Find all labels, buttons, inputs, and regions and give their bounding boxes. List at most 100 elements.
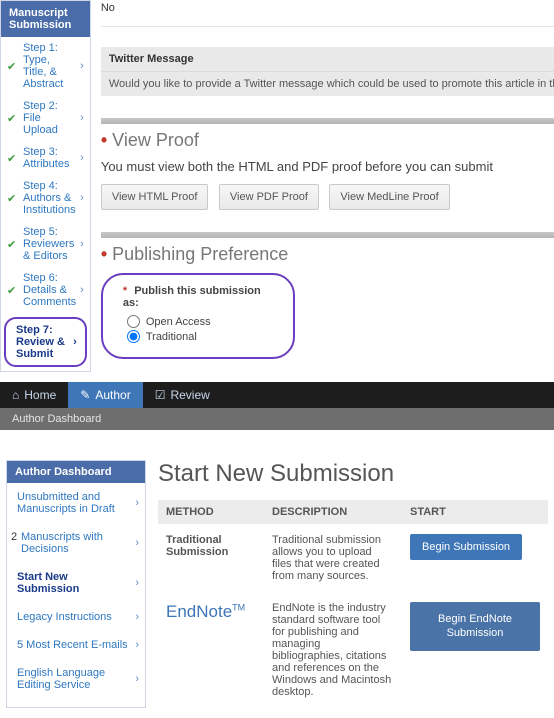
chevron-right-icon: › [80, 238, 84, 250]
option-open-access[interactable]: Open Access [127, 315, 273, 328]
sidebar-item-editing-service[interactable]: English Language Editing Service › [7, 659, 145, 699]
check-icon: ✔ [7, 152, 16, 165]
chevron-right-icon: › [135, 639, 139, 651]
endnote-label: EndNote [166, 602, 232, 621]
prior-field-row: No [101, 2, 554, 27]
step-7-current[interactable]: Step 7: Review & Submit › [4, 317, 87, 367]
pencil-icon: ✎ [80, 388, 90, 402]
table-row: Traditional Submission Traditional submi… [158, 524, 548, 592]
main-content: Start New Submission METHOD DESCRIPTION … [158, 460, 548, 708]
section-divider [101, 232, 554, 238]
publishing-preference-box: * Publish this submission as: Open Acces… [101, 273, 295, 359]
nav-home[interactable]: ⌂ Home [0, 382, 68, 408]
sidebar-item-start-new[interactable]: Start New Submission › [7, 563, 145, 603]
section-label: Publishing Preference [112, 244, 288, 264]
option-label: Traditional [146, 331, 197, 343]
chevron-right-icon: › [80, 60, 84, 72]
chevron-right-icon: › [80, 112, 84, 124]
check-icon: ✔ [7, 112, 16, 125]
page-title: Start New Submission [158, 460, 548, 488]
nav-review[interactable]: ☑ Review [143, 382, 222, 408]
method-traditional: Traditional Submission [158, 524, 264, 592]
sidebar-item-label: Manuscripts with Decisions [21, 531, 135, 555]
section-label: View Proof [112, 130, 199, 150]
chevron-right-icon: › [80, 152, 84, 164]
view-pdf-proof-button[interactable]: View PDF Proof [219, 184, 319, 210]
step-label: Step 5: Reviewers & Editors [23, 226, 76, 262]
view-proof-heading: View Proof [101, 130, 554, 151]
chevron-right-icon: › [135, 673, 139, 685]
twitter-message-block: Twitter Message Would you like to provid… [101, 47, 554, 96]
step-1[interactable]: ✔ Step 1: Type, Title, & Abstract › [1, 37, 90, 95]
main-navbar: ⌂ Home ✎ Author ☑ Review [0, 382, 554, 408]
chevron-right-icon: › [135, 497, 139, 509]
check-icon: ✔ [7, 60, 16, 73]
twitter-title: Twitter Message [101, 47, 554, 72]
publishing-preference-heading: Publishing Preference [101, 244, 554, 265]
sidebar-title: Manuscript Submission [1, 1, 90, 37]
sidebar-item-label: Start New Submission [17, 571, 135, 595]
sidebar-item-legacy[interactable]: Legacy Instructions › [7, 603, 145, 631]
breadcrumb: Author Dashboard [0, 408, 554, 430]
required-icon: * [123, 285, 127, 297]
section-divider [101, 118, 554, 124]
trademark-icon: TM [232, 602, 245, 612]
check-icon: ✔ [7, 284, 16, 297]
open-access-radio[interactable] [127, 315, 140, 328]
option-label: Open Access [146, 316, 211, 328]
chevron-right-icon: › [135, 611, 139, 623]
view-medline-proof-button[interactable]: View MedLine Proof [329, 184, 449, 210]
chevron-right-icon: › [135, 577, 139, 589]
count-badge: 2 [11, 531, 21, 543]
method-description: EndNote is the industry standard softwar… [264, 592, 402, 708]
submission-methods-table: METHOD DESCRIPTION START Traditional Sub… [158, 500, 548, 708]
begin-endnote-submission-button[interactable]: Begin EndNote Submission [410, 602, 540, 651]
sidebar-item-recent-emails[interactable]: 5 Most Recent E-mails › [7, 631, 145, 659]
step-4[interactable]: ✔ Step 4: Authors & Institutions › [1, 175, 90, 221]
step-label: Step 3: Attributes [23, 146, 76, 170]
pubpref-title-text: Publish this submission as: [123, 285, 261, 309]
manuscript-steps-sidebar: Manuscript Submission ✔ Step 1: Type, Ti… [0, 0, 91, 372]
col-method: METHOD [158, 500, 264, 524]
step-2[interactable]: ✔ Step 2: File Upload › [1, 95, 90, 141]
table-row: EndNoteTM EndNote is the industry standa… [158, 592, 548, 708]
nav-author[interactable]: ✎ Author [68, 382, 142, 408]
method-endnote: EndNoteTM [158, 592, 264, 708]
check-icon: ✔ [7, 192, 16, 205]
chevron-right-icon: › [80, 192, 84, 204]
step-label: Step 2: File Upload [23, 100, 76, 136]
traditional-radio[interactable] [127, 330, 140, 343]
sidebar-item-label: Unsubmitted and Manuscripts in Draft [17, 491, 135, 515]
view-html-proof-button[interactable]: View HTML Proof [101, 184, 209, 210]
proof-note: You must view both the HTML and PDF proo… [101, 159, 554, 174]
chevron-right-icon: › [73, 336, 77, 348]
step-5[interactable]: ✔ Step 5: Reviewers & Editors › [1, 221, 90, 267]
field-value: No [101, 2, 115, 14]
step-6[interactable]: ✔ Step 6: Details & Comments › [1, 267, 90, 313]
review-content: No Twitter Message Would you like to pro… [101, 0, 554, 382]
col-description: DESCRIPTION [264, 500, 402, 524]
sidebar-item-label: Legacy Instructions [17, 611, 135, 623]
nav-label: Home [24, 388, 56, 402]
dashboard-title: Author Dashboard [7, 461, 145, 483]
sidebar-item-label: 5 Most Recent E-mails [17, 639, 135, 651]
check-icon: ✔ [7, 238, 16, 251]
begin-submission-button[interactable]: Begin Submission [410, 534, 522, 560]
step-label: Step 6: Details & Comments [23, 272, 76, 308]
option-traditional[interactable]: Traditional [127, 330, 273, 343]
proof-buttons: View HTML Proof View PDF Proof View MedL… [101, 184, 554, 210]
sidebar-item-unsubmitted[interactable]: Unsubmitted and Manuscripts in Draft › [7, 483, 145, 523]
pubpref-title: * Publish this submission as: [123, 285, 273, 309]
author-dashboard-sidebar: Author Dashboard Unsubmitted and Manuscr… [6, 460, 146, 708]
chevron-right-icon: › [135, 537, 139, 549]
nav-label: Review [170, 388, 209, 402]
step-label: Step 4: Authors & Institutions [23, 180, 76, 216]
method-description: Traditional submission allows you to upl… [264, 524, 402, 592]
step-3[interactable]: ✔ Step 3: Attributes › [1, 141, 90, 175]
sidebar-item-decisions[interactable]: 2 Manuscripts with Decisions › [7, 523, 145, 563]
chevron-right-icon: › [80, 284, 84, 296]
step-label: Step 1: Type, Title, & Abstract [23, 42, 76, 90]
sidebar-item-label: English Language Editing Service [17, 667, 135, 691]
twitter-body: Would you like to provide a Twitter mess… [101, 72, 554, 96]
review-icon: ☑ [155, 388, 166, 402]
